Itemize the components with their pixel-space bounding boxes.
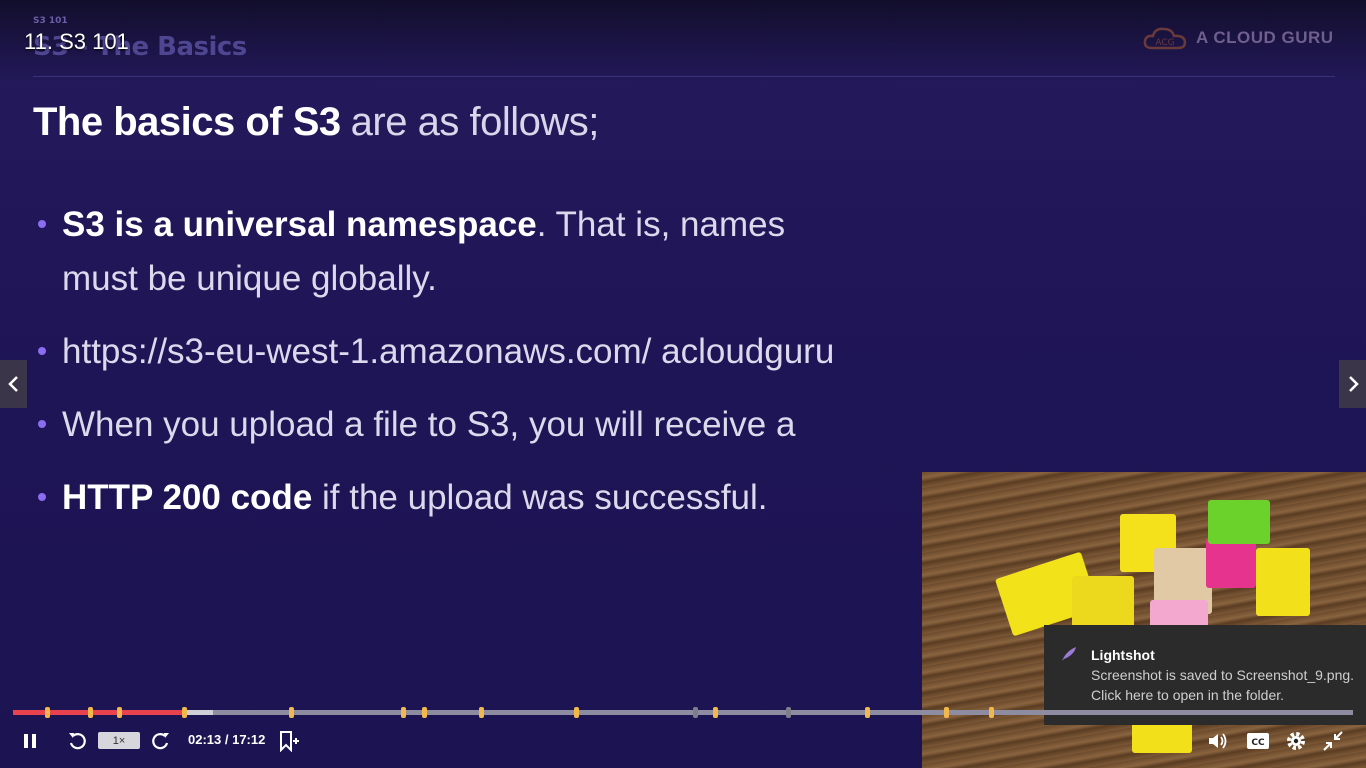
chapter-marker[interactable]	[786, 707, 791, 718]
block-shape	[1256, 548, 1310, 616]
slide-divider	[33, 76, 1335, 77]
bullet-item: https://s3-eu-west-1.amazonaws.com/ aclo…	[38, 325, 858, 379]
chapter-marker[interactable]	[479, 707, 484, 718]
bullet-item: S3 is a universal namespace. That is, na…	[38, 198, 858, 306]
rewind-icon	[69, 733, 86, 750]
bullet-text: if the upload was successful.	[312, 478, 768, 517]
bullet-bold: HTTP 200 code	[62, 478, 313, 517]
chapter-marker[interactable]	[989, 707, 994, 718]
bullet-dot-icon	[38, 493, 46, 501]
toast-action-hint: Click here to open in the folder.	[1091, 687, 1285, 703]
next-slide-button[interactable]	[1339, 360, 1366, 408]
volume-icon	[1209, 733, 1227, 749]
chapter-marker[interactable]	[182, 707, 187, 718]
pause-button[interactable]	[20, 731, 40, 751]
progress-bar[interactable]	[13, 707, 1353, 718]
cloud-logo-icon: ACG	[1143, 27, 1187, 50]
video-title: 11. S3 101	[24, 29, 129, 54]
toast-title: Lightshot	[1091, 647, 1155, 663]
player-controls: 1× 02:13 / 17:12 CC	[0, 726, 1366, 756]
bullet-dot-icon	[38, 420, 46, 428]
bullet-list: S3 is a universal namespace. That is, na…	[38, 198, 858, 525]
bullet-item: When you upload a file to S3, you will r…	[38, 398, 858, 452]
settings-icon	[1287, 732, 1305, 750]
slide-title-bold: The basics of S3	[33, 100, 341, 144]
chapter-marker[interactable]	[944, 707, 949, 718]
block-shape	[1208, 500, 1270, 544]
bullet-bold: S3 is a universal namespace	[62, 205, 537, 244]
captions-icon: CC	[1247, 733, 1269, 749]
slide-title-rest: are as follows;	[350, 100, 600, 144]
settings-button[interactable]	[1284, 729, 1308, 753]
bullet-dot-icon	[38, 347, 46, 355]
add-bookmark-button[interactable]	[278, 730, 300, 752]
chapter-marker[interactable]	[693, 707, 698, 718]
chapter-marker[interactable]	[865, 707, 870, 718]
pause-icon	[24, 734, 36, 748]
chapter-marker[interactable]	[401, 707, 406, 718]
bullet-text: When you upload a file to S3, you will r…	[62, 405, 796, 444]
feather-icon	[1062, 647, 1076, 661]
captions-button[interactable]: CC	[1246, 731, 1270, 751]
chapter-marker[interactable]	[713, 707, 718, 718]
chapter-marker[interactable]	[88, 707, 93, 718]
bullet-text: https://s3-eu-west-1.amazonaws.com/ aclo…	[62, 332, 835, 371]
chapter-marker[interactable]	[289, 707, 294, 718]
chapter-marker[interactable]	[117, 707, 122, 718]
block-shape	[1206, 538, 1256, 588]
brand-name: A CLOUD GURU	[1196, 28, 1334, 47]
brand-logo: ACG A CLOUD GURU	[1142, 24, 1334, 52]
svg-text:CC: CC	[1251, 738, 1265, 748]
bullet-item: HTTP 200 code if the upload was successf…	[38, 471, 858, 525]
volume-button[interactable]	[1206, 730, 1230, 752]
slide-title: The basics of S3 are as follows;	[33, 100, 599, 145]
time-display: 02:13 / 17:12	[188, 732, 266, 747]
forward-icon	[152, 733, 169, 750]
previous-slide-button[interactable]	[0, 360, 27, 408]
toast-message: Screenshot is saved to Screenshot_9.png.	[1091, 667, 1355, 683]
exit-fullscreen-icon	[1323, 731, 1343, 751]
chapter-marker[interactable]	[422, 707, 427, 718]
playback-speed-button[interactable]: 1×	[98, 732, 140, 749]
chevron-right-icon	[1348, 376, 1359, 392]
chapter-marker[interactable]	[45, 707, 50, 718]
slide-crumb: S3 101	[33, 16, 68, 26]
chevron-left-icon	[7, 376, 18, 392]
chapter-marker[interactable]	[574, 707, 579, 718]
block-shape	[1072, 576, 1134, 632]
bookmark-add-icon	[280, 731, 299, 752]
bullet-dot-icon	[38, 220, 46, 228]
progress-played	[13, 710, 185, 715]
exit-fullscreen-button[interactable]	[1321, 729, 1345, 753]
svg-text:ACG: ACG	[1155, 38, 1174, 48]
rewind-button[interactable]	[66, 730, 88, 752]
forward-button[interactable]	[150, 730, 172, 752]
